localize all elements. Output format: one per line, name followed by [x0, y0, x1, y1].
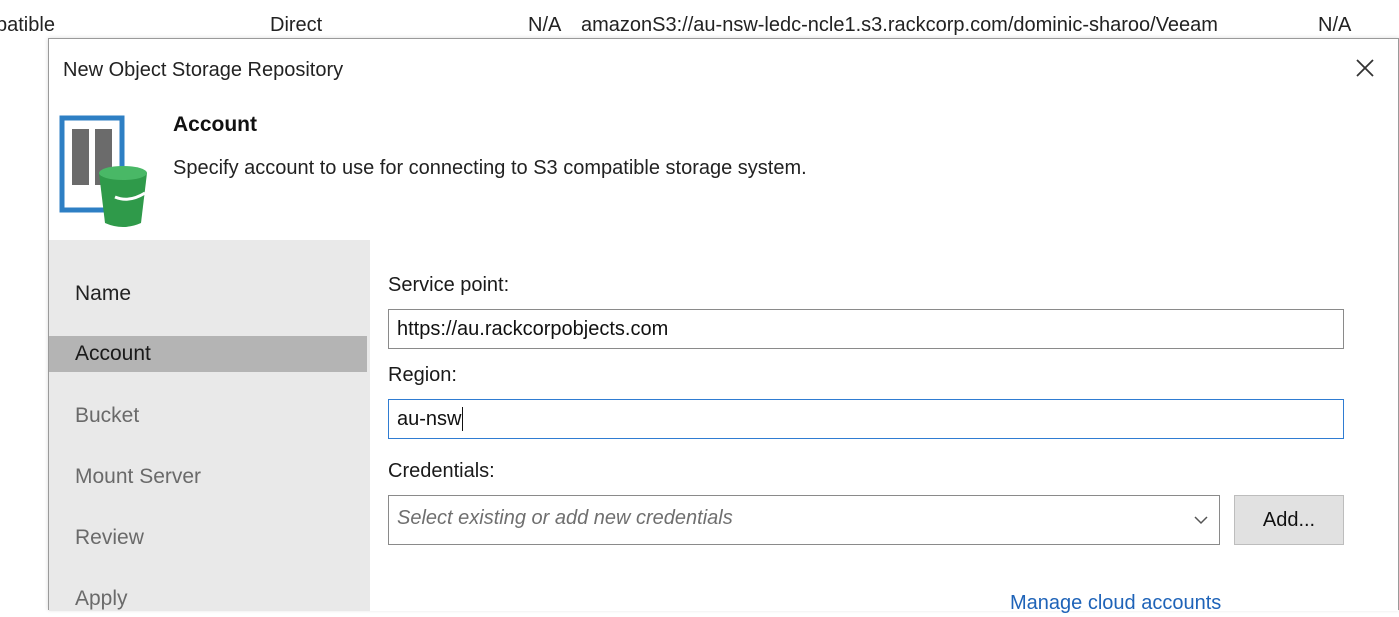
manage-cloud-accounts-link[interactable]: Manage cloud accounts: [1010, 592, 1221, 615]
wizard-steps-sidebar: Name Account Bucket Mount Server Review …: [49, 240, 370, 611]
bg-cell-mode: Direct: [270, 14, 323, 36]
close-button[interactable]: [1350, 53, 1380, 83]
credentials-label: Credentials:: [388, 460, 495, 482]
close-icon: [1356, 59, 1374, 77]
new-object-storage-repository-dialog: New Object Storage Repository Account Sp…: [48, 38, 1399, 614]
dialog-title: New Object Storage Repository: [63, 59, 344, 81]
wizard-step-name[interactable]: Name: [49, 276, 367, 312]
wizard-step-bucket[interactable]: Bucket: [49, 398, 367, 434]
wizard-step-apply[interactable]: Apply: [49, 581, 367, 617]
bg-cell-type: patible: [0, 14, 55, 36]
chevron-down-icon: [1194, 516, 1208, 525]
credentials-placeholder: Select existing or add new credentials: [397, 507, 733, 529]
bg-cell-na: N/A: [1318, 14, 1352, 36]
object-storage-bucket-icon: [59, 115, 147, 227]
wizard-step-account[interactable]: Account: [49, 336, 367, 372]
step-description: Specify account to use for connecting to…: [173, 157, 807, 179]
account-form: Service point: https://au.rackcorpobject…: [370, 240, 1398, 614]
wizard-step-review[interactable]: Review: [49, 520, 367, 556]
step-title: Account: [173, 113, 257, 136]
service-point-label: Service point:: [388, 274, 510, 296]
credentials-dropdown[interactable]: Select existing or add new credentials: [388, 495, 1220, 545]
wizard-step-mount-server[interactable]: Mount Server: [49, 459, 367, 495]
background-table-row: patible Direct N/A amazonS3://au-nsw-led…: [0, 0, 1399, 40]
service-point-input[interactable]: https://au.rackcorpobjects.com: [388, 309, 1344, 349]
text-caret: [462, 407, 464, 431]
bg-cell-path: amazonS3://au-nsw-ledc-ncle1.s3.rackcorp…: [581, 14, 1218, 36]
region-input[interactable]: au-nsw: [388, 399, 1344, 439]
bg-cell-na: N/A: [528, 14, 562, 36]
region-label: Region:: [388, 364, 457, 386]
region-value: au-nsw: [397, 407, 462, 430]
service-point-value: https://au.rackcorpobjects.com: [397, 317, 669, 340]
add-credentials-button[interactable]: Add...: [1234, 495, 1344, 545]
